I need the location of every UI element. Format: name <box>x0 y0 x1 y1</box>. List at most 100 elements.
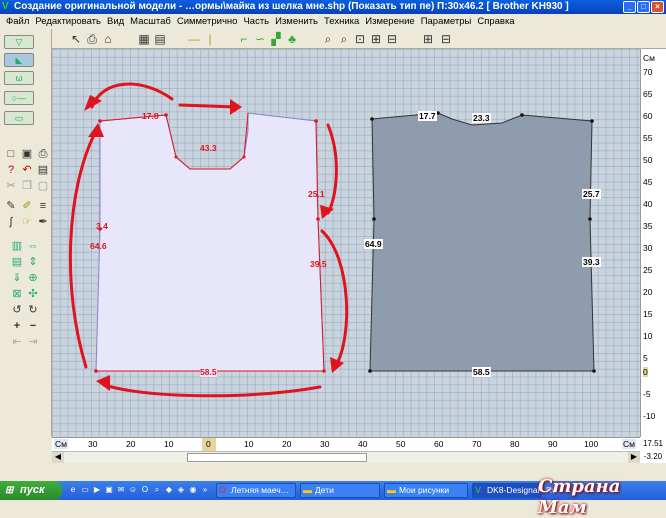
arrow-bottom <box>102 383 322 398</box>
quicklaunch-opera-icon[interactable]: O <box>140 485 150 495</box>
menu-help[interactable]: Справка <box>474 14 517 29</box>
scroll-right-icon[interactable]: ▶ <box>628 452 640 463</box>
box-tool-button[interactable]: ▭ <box>4 111 34 125</box>
v-tick: 35 <box>643 221 653 231</box>
h-tick: 10 <box>244 439 254 449</box>
maximize-button[interactable]: □ <box>637 1 650 13</box>
move-down-icon[interactable]: ⇓ <box>10 271 24 285</box>
select-arrow-icon[interactable]: ↖ <box>68 31 84 47</box>
arrows-h-icon[interactable]: ⇔ <box>26 239 40 253</box>
menu-scale[interactable]: Масштаб <box>127 14 174 29</box>
cut-icon[interactable]: ✂ <box>4 179 18 193</box>
vertical-line-icon[interactable]: | <box>202 31 218 47</box>
drawing-canvas[interactable]: 17.8 43.3 25.1 3.4 64.6 39.5 58.5 17.7 2… <box>52 49 640 437</box>
curve-tool-button[interactable]: ω <box>4 71 34 85</box>
stripes-icon[interactable]: ≡ <box>36 199 50 213</box>
menu-parameters[interactable]: Параметры <box>418 14 475 29</box>
folder-icon: ▬ <box>303 485 312 495</box>
copy-icon[interactable]: ❐ <box>20 179 34 193</box>
quicklaunch-chat-icon[interactable]: ☺ <box>128 485 138 495</box>
undo-icon[interactable]: ↶ <box>20 163 34 177</box>
pencil-icon[interactable]: ✎ <box>4 199 18 213</box>
task-my-pictures[interactable]: ▬ Мои рисунки <box>384 483 468 498</box>
minimize-button[interactable]: _ <box>623 1 636 13</box>
menu-measure[interactable]: Измерение <box>362 14 417 29</box>
task-folder-children[interactable]: ▬ Дети <box>300 483 380 498</box>
arrow-top-curve <box>90 82 174 109</box>
v-tick: 15 <box>643 309 653 319</box>
hand-point-icon[interactable]: ☞ <box>20 215 34 229</box>
line-tool-icon[interactable]: ― <box>186 31 202 47</box>
help-icon[interactable]: ? <box>4 163 18 177</box>
delete-icon[interactable]: ▤ <box>36 163 50 177</box>
brush-icon[interactable]: ✐ <box>20 199 34 213</box>
task-designaknit[interactable]: V DK8-DesignaK… <box>472 483 542 498</box>
slope-tool-button[interactable]: ◣ <box>4 53 34 67</box>
quicklaunch-app3-icon[interactable]: ◉ <box>188 485 198 495</box>
quicklaunch-more-icon[interactable]: » <box>200 485 210 495</box>
task-browser[interactable]: O Летняя маеч… <box>216 483 296 498</box>
start-button[interactable]: ⊞ пуск <box>0 481 62 500</box>
arrows-v-icon[interactable]: ⇕ <box>26 255 40 269</box>
grid-icon[interactable]: ▦ <box>136 31 152 47</box>
curve-pen-icon[interactable]: ∫ <box>4 215 18 229</box>
menu-view[interactable]: Вид <box>104 14 127 29</box>
grow-icon[interactable]: ✣ <box>26 287 40 301</box>
menu-technique[interactable]: Техника <box>321 14 362 29</box>
pen-icon[interactable]: ✒ <box>36 215 50 229</box>
zoom-page-icon[interactable]: ⊟ <box>384 31 400 47</box>
print-icon[interactable]: ⎙ <box>36 147 50 161</box>
split-icon[interactable]: ⊕ <box>26 271 40 285</box>
close-button[interactable]: × <box>651 1 664 13</box>
plus-icon[interactable]: + <box>10 319 24 333</box>
book-icon[interactable]: ⊞ <box>420 31 436 47</box>
rotate-right-icon[interactable]: ↻ <box>26 303 40 317</box>
scroll-left-icon[interactable]: ◀ <box>52 452 64 463</box>
zoom-fit-icon[interactable]: ⊞ <box>368 31 384 47</box>
scroll-thumb[interactable] <box>187 453 367 462</box>
quicklaunch-app2-icon[interactable]: ◈ <box>176 485 186 495</box>
pattern-icon[interactable]: ▞ <box>268 31 284 47</box>
quicklaunch-browser-icon[interactable]: e <box>68 485 78 495</box>
menu-part[interactable]: Часть <box>240 14 272 29</box>
step-prev-icon[interactable]: ⇤ <box>10 335 24 349</box>
grid-fine-icon[interactable]: ▤ <box>152 31 168 47</box>
shrink-icon[interactable]: ⊠ <box>10 287 24 301</box>
quicklaunch-media-icon[interactable]: ▶ <box>92 485 102 495</box>
menu-file[interactable]: Файл <box>3 14 32 29</box>
v-tick: 60 <box>643 111 653 121</box>
pieces-icon[interactable]: ⊟ <box>438 31 454 47</box>
menu-edit[interactable]: Редактировать <box>32 14 104 29</box>
minus-icon[interactable]: − <box>26 319 40 333</box>
expand-v-icon[interactable]: ▤ <box>10 255 24 269</box>
menu-change[interactable]: Изменить <box>272 14 321 29</box>
windows-flag-icon: ⊞ <box>5 485 14 496</box>
quicklaunch-folder-icon[interactable]: ▣ <box>104 485 114 495</box>
quicklaunch-mail-icon[interactable]: ✉ <box>116 485 126 495</box>
expand-h-icon[interactable]: ▥ <box>10 239 24 253</box>
paste-icon[interactable]: ▢ <box>36 179 50 193</box>
save-icon[interactable]: ▣ <box>20 147 34 161</box>
shirt-tool-button[interactable]: ▽ <box>4 35 34 49</box>
print-preview-icon[interactable]: ⎙ <box>84 31 100 47</box>
stair-icon[interactable]: ⌐ <box>236 31 252 47</box>
garment-icon[interactable]: ♣ <box>284 31 300 47</box>
zoom-out-icon[interactable]: ⌕ <box>336 31 352 47</box>
quicklaunch-search-icon[interactable]: ⌕ <box>152 485 162 495</box>
menu-symmetric[interactable]: Симметрично <box>174 14 241 29</box>
v-tick: -5 <box>643 389 651 399</box>
rotate-left-icon[interactable]: ↺ <box>10 303 24 317</box>
quicklaunch-desktop-icon[interactable]: ▭ <box>80 485 90 495</box>
step-next-icon[interactable]: ⇥ <box>26 335 40 349</box>
zoom-in-icon[interactable]: ⌕ <box>320 31 336 47</box>
stair-curve-icon[interactable]: ∽ <box>252 31 268 47</box>
horizontal-scrollbar[interactable]: ◀ ▶ <box>52 451 640 463</box>
zoom-area-icon[interactable]: ⊡ <box>352 31 368 47</box>
app-logo-icon: V <box>2 1 9 12</box>
label-r-bottom: 58.5 <box>472 367 491 377</box>
pattern-drawing <box>68 82 596 398</box>
new-icon[interactable]: □ <box>4 147 18 161</box>
measure-tool-button[interactable]: ○— <box>4 91 34 105</box>
shape-icon[interactable]: ⌂ <box>100 31 116 47</box>
quicklaunch-app-icon[interactable]: ◆ <box>164 485 174 495</box>
